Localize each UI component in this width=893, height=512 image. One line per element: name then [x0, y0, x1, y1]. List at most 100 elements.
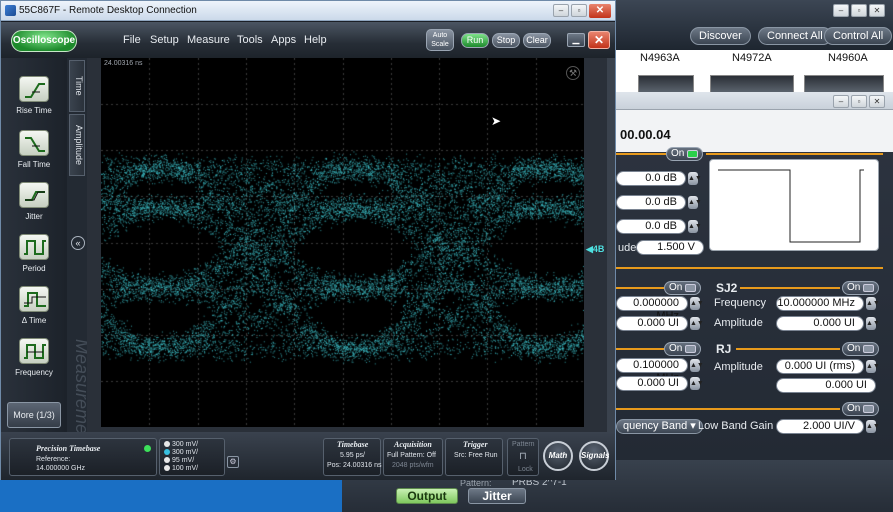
- spinner-icon[interactable]: ▲▼: [866, 317, 880, 330]
- band-on-toggle[interactable]: On: [842, 402, 880, 416]
- toggle-indicator: [685, 345, 697, 353]
- frequency-icon: [19, 338, 49, 364]
- db-field-2[interactable]: 0.0 dB: [616, 195, 686, 210]
- on-toggle[interactable]: On: [666, 147, 704, 161]
- spinner-icon[interactable]: ▲▼: [688, 172, 702, 185]
- waveform-display[interactable]: ⚒ ➤: [101, 58, 584, 427]
- sj2-amplitude-field[interactable]: 0.000 UI: [776, 316, 864, 331]
- spinner-icon[interactable]: ▲▼: [690, 377, 704, 390]
- trigger-box[interactable]: Trigger Src: Free Run: [445, 438, 503, 476]
- sj1-amplitude-field[interactable]: 0.000 UI: [616, 316, 688, 331]
- frequency-tool[interactable]: Frequency: [7, 338, 61, 377]
- period-tool[interactable]: Period: [7, 234, 61, 273]
- subwindow-controls: – ▫ ✕: [833, 95, 885, 108]
- delta-time-tool[interactable]: Δ Time: [7, 286, 61, 325]
- spinner-icon[interactable]: ▲▼: [688, 220, 702, 233]
- close-icon[interactable]: ✕: [589, 4, 611, 18]
- output-button[interactable]: Output: [396, 488, 458, 504]
- rise-time-tool[interactable]: Rise Time: [7, 76, 61, 115]
- tab-time[interactable]: Time: [69, 60, 85, 112]
- spinner-icon[interactable]: ▲▼: [866, 360, 880, 373]
- acquisition-box[interactable]: Acquisition Full Pattern: Off 2048 pts/w…: [383, 438, 443, 476]
- minimize-icon[interactable]: –: [553, 4, 569, 17]
- rj-amplitude-rms-field[interactable]: 0.000 UI (rms): [776, 359, 864, 374]
- precision-timebase-box[interactable]: Precision Timebase Reference: 14.000000 …: [9, 438, 157, 476]
- spinner-icon[interactable]: ▲▼: [690, 317, 704, 330]
- channel-1-dot: [164, 441, 170, 448]
- rj-on-toggle[interactable]: On: [842, 342, 880, 356]
- channel-1-scale: 300 mV/: [164, 441, 198, 448]
- control-all-button[interactable]: Control All: [824, 27, 893, 45]
- close-icon[interactable]: ✕: [869, 95, 885, 108]
- pj-on-toggle[interactable]: On: [664, 342, 702, 356]
- spinner-icon[interactable]: ▲▼: [866, 297, 880, 310]
- rj-amplitude-field[interactable]: 0.000 UI: [776, 378, 876, 393]
- menu-measure[interactable]: Measure: [187, 34, 230, 46]
- wrench-icon[interactable]: ⚒: [566, 66, 580, 80]
- menu-apps[interactable]: Apps: [271, 34, 296, 46]
- sj2-on-toggle[interactable]: On: [842, 281, 880, 295]
- timebase-box[interactable]: Timebase 5.95 ps/ Pos: 24.00316 ns: [323, 438, 382, 476]
- pj-amplitude-field[interactable]: 0.000 UI: [616, 376, 688, 391]
- fall-time-tool[interactable]: Fall Time: [7, 130, 61, 169]
- connect-all-button[interactable]: Connect All: [758, 27, 832, 45]
- instrument-image[interactable]: [638, 75, 694, 93]
- channel-level-marker[interactable]: ◀4B: [586, 244, 604, 255]
- instrument-image[interactable]: [804, 75, 884, 93]
- sj2-frequency-field[interactable]: 10.000000 MHz: [776, 296, 864, 311]
- toggle-indicator: [863, 284, 875, 292]
- db-field-3[interactable]: 0.0 dB: [616, 219, 686, 234]
- timebase-title: Timebase: [337, 440, 369, 449]
- frequency-band-dropdown[interactable]: quency Band ▾: [616, 419, 703, 434]
- run-button[interactable]: Run: [461, 33, 489, 48]
- channel-scales-box[interactable]: 300 mV/ 300 mV/ 95 mV/ 100 mV/: [159, 438, 225, 476]
- maximize-icon[interactable]: ▫: [851, 95, 867, 108]
- auto-scale-button[interactable]: Auto Scale: [426, 29, 454, 51]
- menu-setup[interactable]: Setup: [150, 34, 179, 46]
- discover-button[interactable]: Discover: [690, 27, 751, 45]
- tab-amplitude[interactable]: Amplitude: [69, 114, 85, 176]
- status-indicator-icon: [144, 445, 151, 452]
- menu-tools[interactable]: Tools: [237, 34, 263, 46]
- sj1-on-toggle[interactable]: On: [664, 281, 702, 295]
- spinner-icon[interactable]: ▲▼: [690, 359, 704, 372]
- pj-frequency-field[interactable]: 0.100000 MHz: [616, 358, 688, 384]
- display-scrollbar[interactable]: [607, 58, 615, 432]
- pattern-lock-box[interactable]: Pattern ⊓ Lock: [507, 438, 539, 476]
- more-button[interactable]: More (1/3): [7, 402, 61, 428]
- amplitude-field[interactable]: 1.500 V: [636, 240, 704, 255]
- spinner-icon[interactable]: ▲▼: [688, 196, 702, 209]
- low-band-gain-field[interactable]: 2.000 UI/V: [776, 419, 864, 434]
- spinner-icon[interactable]: ▲▼: [866, 420, 880, 433]
- stop-button[interactable]: Stop: [492, 33, 520, 48]
- desktop-background: [0, 480, 342, 512]
- maximize-icon[interactable]: ▫: [851, 4, 867, 17]
- instrument-image[interactable]: [710, 75, 794, 93]
- acquisition-title: Acquisition: [394, 440, 432, 449]
- timebase-value: 5.95 ps/: [340, 452, 365, 459]
- settings-gear-icon[interactable]: ⚙: [227, 456, 239, 468]
- maximize-icon[interactable]: ▫: [571, 4, 587, 17]
- close-icon[interactable]: ✕: [588, 31, 610, 49]
- instrument-n4963a[interactable]: N4963A: [640, 52, 680, 64]
- math-button[interactable]: Math: [543, 441, 573, 471]
- instrument-n4972a[interactable]: N4972A: [732, 52, 772, 64]
- rdp-titlebar[interactable]: 55C867F - Remote Desktop Connection – ▫ …: [1, 1, 615, 21]
- instrument-n4960a[interactable]: N4960A: [828, 52, 868, 64]
- sj1-frequency-field[interactable]: 0.000000 MHz: [616, 296, 688, 322]
- menu-help[interactable]: Help: [304, 34, 327, 46]
- clear-button[interactable]: Clear: [523, 33, 551, 48]
- jitter-button[interactable]: Jitter: [468, 488, 526, 504]
- jitter-tool[interactable]: Jitter: [7, 182, 61, 221]
- signals-button[interactable]: Signals: [579, 441, 609, 471]
- minimize-icon[interactable]: –: [833, 4, 849, 17]
- close-icon[interactable]: ✕: [869, 4, 885, 17]
- db-field-1[interactable]: 0.0 dB: [616, 171, 686, 186]
- menu-file[interactable]: File: [123, 34, 141, 46]
- channel-2-dot: [164, 449, 170, 456]
- minimize-icon[interactable]: ▁: [567, 33, 585, 47]
- minimize-icon[interactable]: –: [833, 95, 849, 108]
- collapse-icon[interactable]: «: [71, 236, 85, 250]
- lock-label: Lock: [518, 466, 533, 473]
- spinner-icon[interactable]: ▲▼: [690, 297, 704, 310]
